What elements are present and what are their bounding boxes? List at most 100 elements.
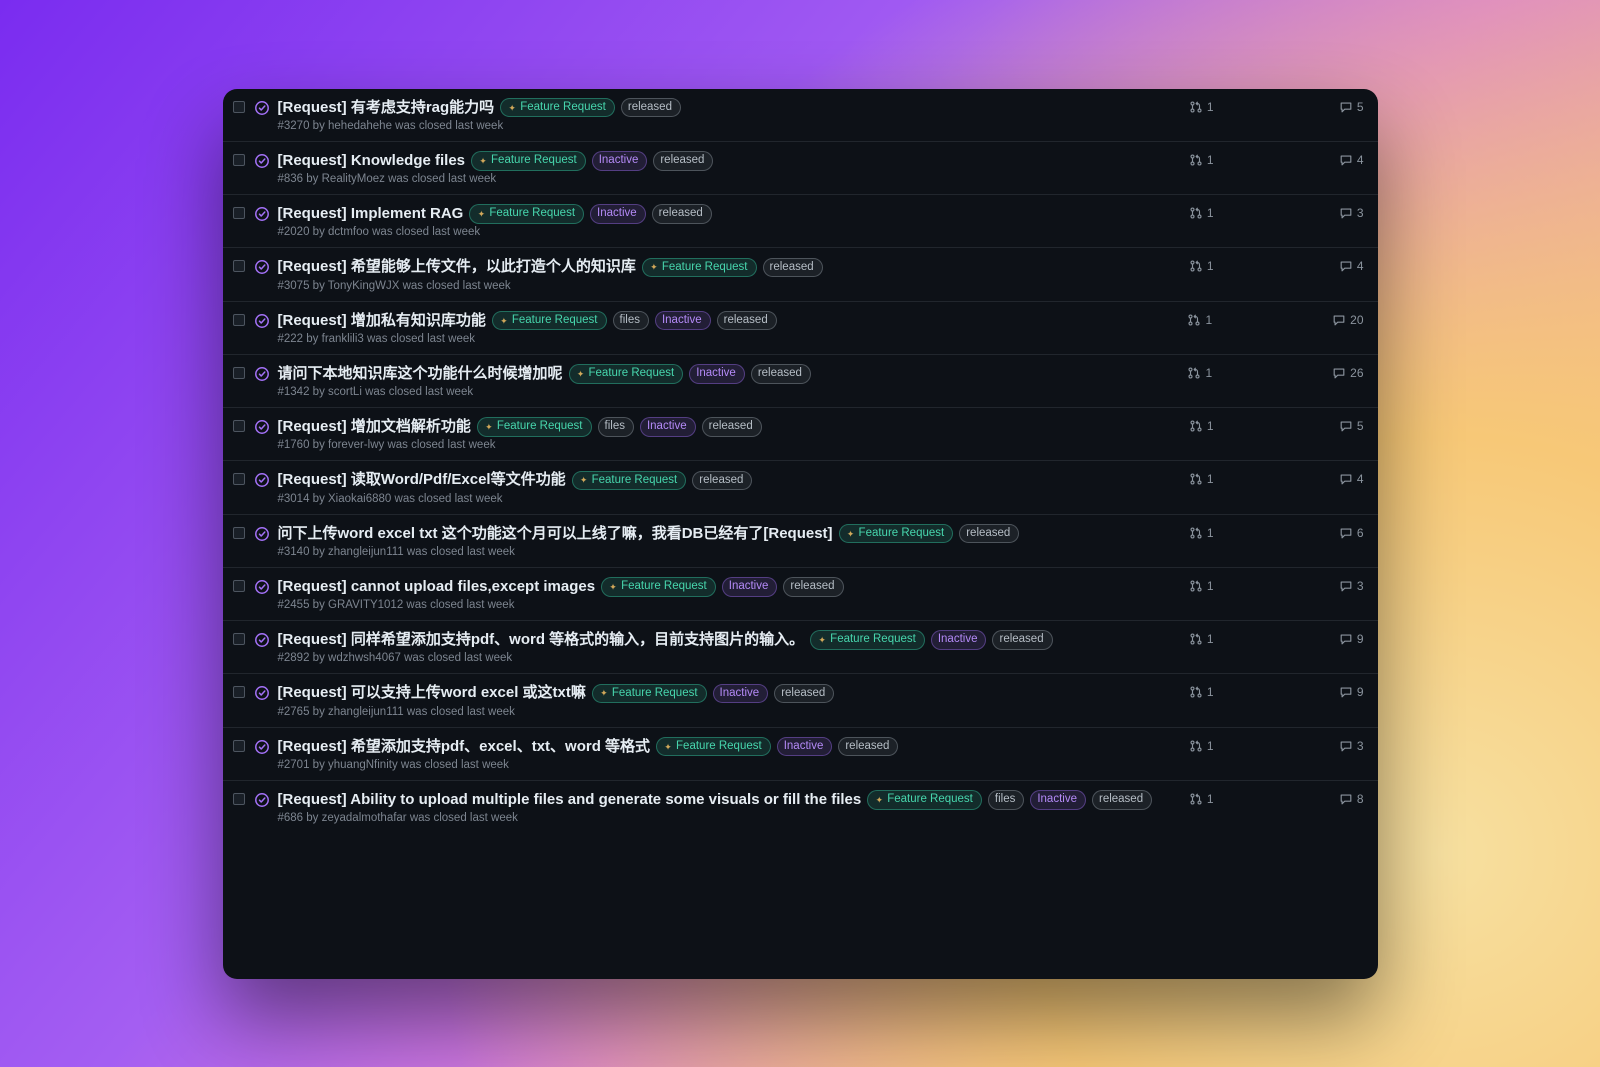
linked-pr-count[interactable]: 1 [1184, 259, 1214, 273]
label-inactive[interactable]: Inactive [655, 311, 711, 331]
label-inactive[interactable]: Inactive [592, 151, 648, 171]
select-checkbox[interactable] [233, 633, 245, 645]
label-inactive[interactable]: Inactive [713, 684, 769, 704]
issue-title[interactable]: [Request] 希望添加支持pdf、excel、txt、word 等格式 [278, 737, 651, 757]
issue-title[interactable]: [Request] 读取Word/Pdf/Excel等文件功能 [278, 470, 566, 490]
select-checkbox[interactable] [233, 154, 245, 166]
label-inactive[interactable]: Inactive [640, 417, 696, 437]
linked-pr-count[interactable]: 1 [1184, 685, 1214, 699]
issue-row: [Request] 希望能够上传文件，以此打造个人的知识库 ✦Feature R… [223, 247, 1378, 300]
label-feature[interactable]: ✦Feature Request [500, 98, 615, 118]
label-inactive[interactable]: Inactive [1030, 790, 1086, 810]
label-feature[interactable]: ✦Feature Request [839, 524, 954, 544]
linked-pr-count[interactable]: 1 [1184, 206, 1214, 220]
comment-count[interactable]: 5 [1334, 100, 1364, 114]
linked-pr-count[interactable]: 1 [1184, 739, 1214, 753]
label-released[interactable]: released [653, 151, 713, 171]
label-files[interactable]: files [598, 417, 634, 437]
label-inactive[interactable]: Inactive [590, 204, 646, 224]
issue-title[interactable]: [Request] cannot upload files,except ima… [278, 577, 596, 597]
label-released[interactable]: released [692, 471, 752, 491]
issue-title[interactable]: [Request] 增加文档解析功能 [278, 417, 471, 437]
label-released[interactable]: released [621, 98, 681, 118]
issue-title[interactable]: [Request] 希望能够上传文件，以此打造个人的知识库 [278, 257, 636, 277]
select-checkbox[interactable] [233, 367, 245, 379]
label-inactive[interactable]: Inactive [689, 364, 745, 384]
linked-pr-count[interactable]: 1 [1184, 100, 1214, 114]
label-feature[interactable]: ✦Feature Request [469, 204, 584, 224]
select-checkbox[interactable] [233, 793, 245, 805]
issue-title[interactable]: [Request] Knowledge files [278, 151, 466, 171]
issue-title[interactable]: [Request] Ability to upload multiple fil… [278, 790, 862, 810]
comment-count[interactable]: 4 [1334, 472, 1364, 486]
select-checkbox[interactable] [233, 101, 245, 113]
label-feature[interactable]: ✦Feature Request [477, 417, 592, 437]
comment-count[interactable]: 6 [1334, 526, 1364, 540]
issue-title[interactable]: [Request] 有考虑支持rag能力吗 [278, 98, 495, 118]
label-feature[interactable]: ✦Feature Request [867, 790, 982, 810]
label-released[interactable]: released [1092, 790, 1152, 810]
linked-pr-count[interactable]: 1 [1184, 153, 1214, 167]
label-released[interactable]: released [838, 737, 898, 757]
label-files[interactable]: files [613, 311, 649, 331]
comment-count[interactable]: 5 [1334, 419, 1364, 433]
label-feature[interactable]: ✦Feature Request [656, 737, 771, 757]
select-checkbox[interactable] [233, 420, 245, 432]
label-released[interactable]: released [959, 524, 1019, 544]
label-feature[interactable]: ✦Feature Request [569, 364, 684, 384]
issue-title[interactable]: [Request] 增加私有知识库功能 [278, 311, 486, 331]
linked-pr-count[interactable]: 1 [1182, 366, 1212, 380]
linked-pr-count[interactable]: 1 [1184, 419, 1214, 433]
issue-title[interactable]: 请问下本地知识库这个功能什么时候增加呢 [278, 364, 563, 384]
linked-pr-count[interactable]: 1 [1184, 472, 1214, 486]
issue-title[interactable]: [Request] Implement RAG [278, 204, 464, 224]
label-inactive[interactable]: Inactive [777, 737, 833, 757]
comment-count[interactable]: 4 [1334, 259, 1364, 273]
linked-pr-count[interactable]: 1 [1184, 632, 1214, 646]
label-released[interactable]: released [774, 684, 834, 704]
comment-count[interactable]: 3 [1334, 206, 1364, 220]
linked-pr-count[interactable]: 1 [1182, 313, 1212, 327]
label-feature[interactable]: ✦Feature Request [642, 258, 757, 278]
comment-count[interactable]: 3 [1334, 579, 1364, 593]
label-files[interactable]: files [988, 790, 1024, 810]
label-feature[interactable]: ✦Feature Request [592, 684, 707, 704]
comment-count[interactable]: 9 [1334, 632, 1364, 646]
label-text: Feature Request [621, 579, 707, 595]
comment-count[interactable]: 8 [1334, 792, 1364, 806]
select-checkbox[interactable] [233, 580, 245, 592]
label-released[interactable]: released [717, 311, 777, 331]
comment-count[interactable]: 26 [1332, 366, 1363, 380]
label-released[interactable]: released [702, 417, 762, 437]
label-inactive[interactable]: Inactive [722, 577, 778, 597]
label-feature[interactable]: ✦Feature Request [601, 577, 716, 597]
label-inactive[interactable]: Inactive [931, 630, 987, 650]
title-line: [Request] 希望能够上传文件，以此打造个人的知识库 ✦Feature R… [278, 257, 1172, 277]
label-feature[interactable]: ✦Feature Request [572, 471, 687, 491]
comment-count[interactable]: 20 [1332, 313, 1363, 327]
label-feature[interactable]: ✦Feature Request [471, 151, 586, 171]
label-released[interactable]: released [992, 630, 1052, 650]
select-checkbox[interactable] [233, 314, 245, 326]
label-feature[interactable]: ✦Feature Request [492, 311, 607, 331]
linked-pr-count[interactable]: 1 [1184, 579, 1214, 593]
label-released[interactable]: released [652, 204, 712, 224]
select-checkbox[interactable] [233, 686, 245, 698]
label-released[interactable]: released [751, 364, 811, 384]
select-checkbox[interactable] [233, 260, 245, 272]
comment-count[interactable]: 4 [1334, 153, 1364, 167]
select-checkbox[interactable] [233, 473, 245, 485]
select-checkbox[interactable] [233, 740, 245, 752]
select-checkbox[interactable] [233, 527, 245, 539]
label-released[interactable]: released [763, 258, 823, 278]
issue-title[interactable]: [Request] 可以支持上传word excel 或这txt嘛 [278, 683, 586, 703]
label-released[interactable]: released [783, 577, 843, 597]
comment-count[interactable]: 3 [1334, 739, 1364, 753]
comment-count[interactable]: 9 [1334, 685, 1364, 699]
issue-title[interactable]: 问下上传word excel txt 这个功能这个月可以上线了嘛，我看DB已经有… [278, 524, 833, 544]
label-feature[interactable]: ✦Feature Request [810, 630, 925, 650]
linked-pr-count[interactable]: 1 [1184, 526, 1214, 540]
select-checkbox[interactable] [233, 207, 245, 219]
issue-title[interactable]: [Request] 同样希望添加支持pdf、word 等格式的输入，目前支持图片… [278, 630, 805, 650]
linked-pr-count[interactable]: 1 [1184, 792, 1214, 806]
